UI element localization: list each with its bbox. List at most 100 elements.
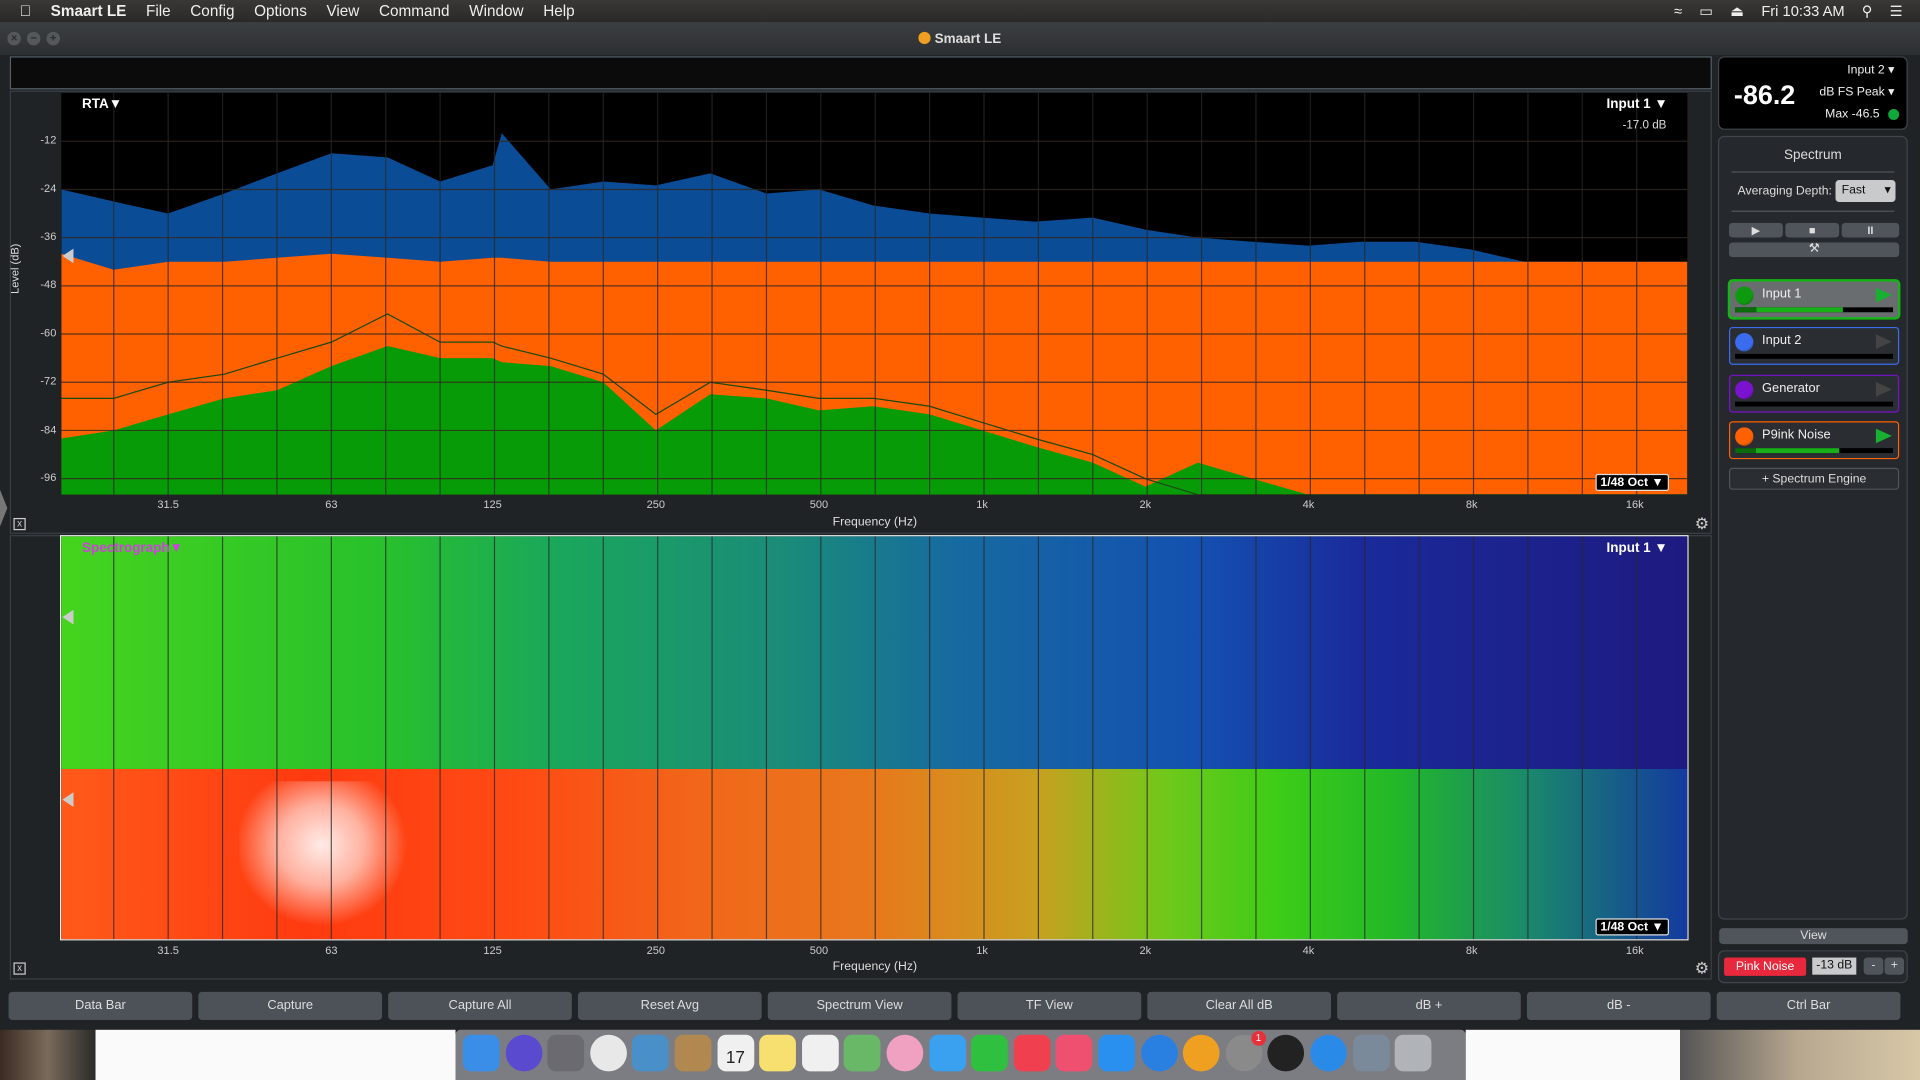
clock[interactable]: Fri 10:33 AM xyxy=(1761,2,1844,19)
spectrograph-mode-dropdown[interactable]: Spectrograph▼ xyxy=(82,541,183,556)
rta-input-dropdown[interactable]: Input 1 ▼ xyxy=(1607,97,1668,112)
apple-icon[interactable]:  xyxy=(0,2,41,19)
close-spectrograph-pane-button[interactable]: x xyxy=(13,962,26,975)
background-window xyxy=(1465,1029,1681,1080)
menu-options[interactable]: Options xyxy=(244,2,316,19)
eject-icon[interactable]: ⏏ xyxy=(1730,2,1744,19)
stop-button[interactable]: ■ xyxy=(1785,222,1840,238)
add-spectrum-engine-button[interactable]: + Spectrum Engine xyxy=(1728,467,1900,490)
menu-app-name[interactable]: Smaart LE xyxy=(41,2,136,19)
desktop-wallpaper xyxy=(0,1029,96,1080)
zoom-window-button[interactable]: + xyxy=(46,31,61,46)
spectrograph-lower-handle-icon[interactable] xyxy=(62,792,74,807)
reset-avg-button[interactable]: Reset Avg xyxy=(577,991,762,1021)
view-button[interactable]: View xyxy=(1719,928,1908,945)
dock-siri-icon[interactable] xyxy=(505,1034,542,1072)
db-minus-button[interactable]: dB - xyxy=(1526,991,1711,1021)
averaging-depth-label: Averaging Depth: xyxy=(1737,184,1832,199)
x-tick-label: 63 xyxy=(325,944,338,957)
source-input-2[interactable]: Input 2 xyxy=(1728,326,1900,365)
tf-view-button[interactable]: TF View xyxy=(957,991,1142,1021)
command-bar: Data Bar Capture Capture All Reset Avg Spect… xyxy=(0,986,1920,1025)
play-button[interactable]: ▶ xyxy=(1728,222,1783,238)
averaging-depth-select[interactable]: Fast ▾ xyxy=(1835,180,1896,203)
meter-unit-dropdown[interactable]: dB FS Peak ▾ xyxy=(1819,86,1894,99)
source-generator[interactable]: Generator xyxy=(1728,374,1900,413)
minimize-window-button[interactable]: − xyxy=(26,31,41,46)
capture-all-button[interactable]: Capture All xyxy=(388,991,572,1021)
dock-image-capture-icon[interactable] xyxy=(1352,1034,1390,1072)
rta-level-handle-icon[interactable] xyxy=(62,248,74,264)
dock-calendar-icon[interactable]: 17 xyxy=(717,1034,754,1072)
dock-system-preferences-icon[interactable]: 1 xyxy=(1225,1031,1266,1072)
dock-reminders-icon[interactable] xyxy=(801,1034,839,1072)
dock-messages-icon[interactable] xyxy=(928,1034,966,1072)
source-label: Input 2 xyxy=(1762,333,1802,348)
y-tick-label: -48 xyxy=(40,278,57,291)
source-play-icon[interactable] xyxy=(1875,334,1892,349)
spectrograph-input-dropdown[interactable]: Input 1 ▼ xyxy=(1607,541,1668,556)
rta-resolution-dropdown[interactable]: 1/48 Oct ▼ xyxy=(1595,473,1669,492)
menu-window[interactable]: Window xyxy=(459,2,533,19)
close-window-button[interactable]: × xyxy=(7,31,21,46)
source-play-icon[interactable] xyxy=(1875,428,1892,444)
capture-button[interactable]: Capture xyxy=(198,991,383,1021)
rta-settings-gear-icon[interactable]: ⚙ xyxy=(1695,514,1709,534)
meter-source-dropdown[interactable]: Input 2 ▾ xyxy=(1847,64,1894,77)
rta-mode-dropdown[interactable]: RTA▼ xyxy=(82,97,122,112)
spectrograph-x-axis-label: Frequency (Hz) xyxy=(832,960,918,974)
airplay-icon[interactable]: ▭ xyxy=(1699,2,1713,19)
source-play-icon[interactable] xyxy=(1875,287,1892,303)
spectrograph-plot[interactable] xyxy=(60,535,1689,941)
rta-plot[interactable] xyxy=(61,93,1688,495)
dock-wifi-utility-icon[interactable] xyxy=(1310,1034,1347,1072)
spotlight-icon[interactable]: ⚲ xyxy=(1862,2,1873,19)
ctrl-bar-button[interactable]: Ctrl Bar xyxy=(1716,991,1901,1021)
side-panel-handle-icon[interactable] xyxy=(0,489,8,527)
close-rta-pane-button[interactable]: x xyxy=(13,517,26,531)
dock-contacts-icon[interactable] xyxy=(674,1034,712,1072)
pink-noise-generator-button[interactable]: Pink Noise xyxy=(1724,957,1807,976)
tools-button[interactable]: ⚒ xyxy=(1728,242,1900,258)
dock-maps-icon[interactable] xyxy=(844,1034,881,1072)
tools-icon: ⚒ xyxy=(1808,242,1820,256)
spectrograph-upper-handle-icon[interactable] xyxy=(62,609,74,625)
dock-chrome-icon[interactable] xyxy=(589,1034,627,1072)
notification-center-icon[interactable]: ☰ xyxy=(1890,2,1903,19)
clear-all-db-button[interactable]: Clear All dB xyxy=(1147,991,1332,1021)
dock-app-store-icon[interactable] xyxy=(1098,1034,1136,1072)
menu-command[interactable]: Command xyxy=(369,2,459,19)
dock-m-app-icon[interactable] xyxy=(1267,1034,1305,1072)
x-tick-label: 125 xyxy=(483,944,502,957)
spectrograph-resolution-dropdown[interactable]: 1/48 Oct ▼ xyxy=(1595,918,1669,936)
dock-launchpad-icon[interactable] xyxy=(547,1034,585,1072)
menu-file[interactable]: File xyxy=(136,2,180,19)
spectrograph-grid xyxy=(113,536,1638,940)
dock-photos-icon[interactable] xyxy=(886,1034,924,1072)
dock-music-icon[interactable] xyxy=(1055,1034,1093,1072)
dock-preview-icon[interactable] xyxy=(632,1034,670,1072)
dock-notes-icon[interactable] xyxy=(759,1034,797,1072)
dock-facetime-icon[interactable] xyxy=(971,1034,1008,1072)
menu-view[interactable]: View xyxy=(317,2,370,19)
source-input-1[interactable]: Input 1 xyxy=(1728,280,1900,319)
dock-news-icon[interactable] xyxy=(1013,1034,1051,1072)
generator-level-up-button[interactable]: + xyxy=(1884,957,1905,975)
generator-level-down-button[interactable]: - xyxy=(1863,957,1884,975)
wifi-icon[interactable]: ≈ xyxy=(1674,2,1682,19)
source-p9ink-noise[interactable]: P9ink Noise xyxy=(1728,421,1900,460)
dock-smaart-icon[interactable] xyxy=(1183,1034,1220,1072)
spectrum-view-button[interactable]: Spectrum View xyxy=(767,991,952,1021)
dock-trash-icon[interactable] xyxy=(1394,1034,1432,1072)
db-plus-button[interactable]: dB + xyxy=(1337,991,1521,1021)
meter-source: Input 2 xyxy=(1847,63,1885,78)
pause-button[interactable]: II xyxy=(1841,222,1900,238)
source-play-icon[interactable] xyxy=(1875,382,1892,397)
data-bar-button[interactable]: Data Bar xyxy=(8,991,193,1021)
x-tick-label: 125 xyxy=(483,498,502,511)
menu-config[interactable]: Config xyxy=(180,2,244,19)
dock-finder-icon[interactable] xyxy=(462,1034,500,1072)
menu-help[interactable]: Help xyxy=(533,2,584,19)
dock-safari-icon[interactable] xyxy=(1140,1034,1178,1072)
spectrograph-settings-gear-icon[interactable]: ⚙ xyxy=(1695,959,1709,979)
